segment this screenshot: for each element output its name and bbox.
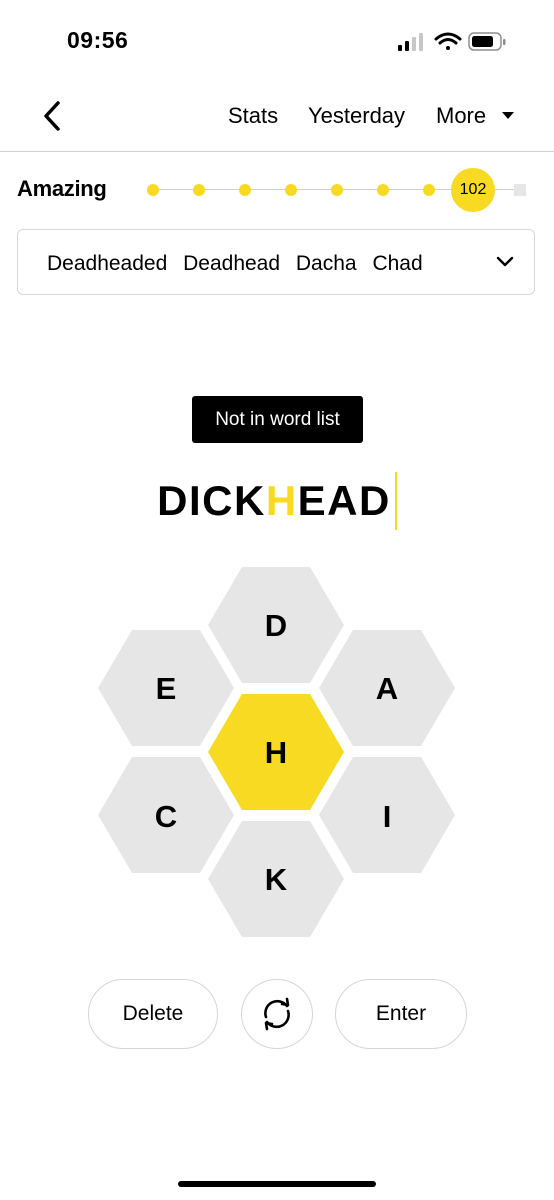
chevron-left-icon[interactable]	[38, 98, 68, 134]
more-menu[interactable]: More	[436, 103, 486, 129]
found-word: Deadhead	[183, 252, 281, 275]
hive-cell-center[interactable]: H	[208, 694, 344, 810]
caret-down-icon[interactable]	[501, 111, 515, 121]
found-word: Dacha	[295, 252, 357, 275]
progress-dot	[377, 184, 389, 196]
shuffle-button[interactable]	[241, 979, 313, 1049]
stats-link[interactable]: Stats	[228, 103, 278, 129]
hive-cell-upper-left[interactable]: E	[98, 630, 234, 746]
toast-message: Not in word list	[192, 396, 363, 443]
hive-letter: I	[383, 799, 392, 834]
progress-dot	[147, 184, 159, 196]
hive-cell-bottom[interactable]: K	[208, 821, 344, 937]
hive-letter: K	[265, 862, 288, 897]
status-icons	[398, 32, 506, 51]
rank-label: Amazing	[17, 176, 107, 201]
found-word: Deadheaded	[47, 252, 168, 275]
battery-icon	[468, 32, 506, 51]
progress-end-marker	[514, 184, 526, 196]
hive-cell-lower-right[interactable]: I	[319, 757, 455, 873]
typed-letters: EAD	[297, 477, 391, 524]
signal-icon	[398, 33, 423, 51]
hive-letter-center: H	[265, 735, 287, 770]
typed-letters: DICK	[157, 477, 266, 524]
letter-hive: D E A H C I K	[98, 567, 455, 937]
score-badge: 102	[451, 168, 495, 212]
typed-word: DICKHEAD	[157, 477, 391, 525]
text-cursor	[394, 472, 397, 530]
hive-letter: A	[376, 671, 398, 706]
nav-divider	[0, 151, 554, 152]
shuffle-icon	[264, 997, 290, 1031]
progress-dot	[331, 184, 343, 196]
typed-center-letter: H	[265, 477, 298, 524]
found-words-list: Deadheaded Deadhead Dacha Chad	[47, 252, 433, 276]
hive-letter: C	[155, 799, 177, 834]
hive-letter: E	[156, 671, 177, 706]
progress-dot	[285, 184, 297, 196]
progress-dot	[193, 184, 205, 196]
wifi-icon	[434, 32, 462, 50]
hive-letter: D	[265, 608, 287, 643]
word-input[interactable]: DICKHEAD	[0, 472, 554, 530]
yesterday-link[interactable]: Yesterday	[308, 103, 405, 129]
hive-cell-upper-right[interactable]: A	[319, 630, 455, 746]
progress-dot	[239, 184, 251, 196]
delete-button[interactable]: Delete	[88, 979, 218, 1049]
hive-cell-lower-left[interactable]: C	[98, 757, 234, 873]
home-indicator[interactable]	[178, 1181, 376, 1187]
chevron-down-icon[interactable]	[496, 256, 514, 268]
progress-dot	[423, 184, 435, 196]
status-time: 09:56	[67, 27, 129, 53]
enter-button[interactable]: Enter	[335, 979, 467, 1049]
hive-cell-top[interactable]: D	[208, 567, 344, 683]
found-word: Chad	[372, 252, 423, 275]
